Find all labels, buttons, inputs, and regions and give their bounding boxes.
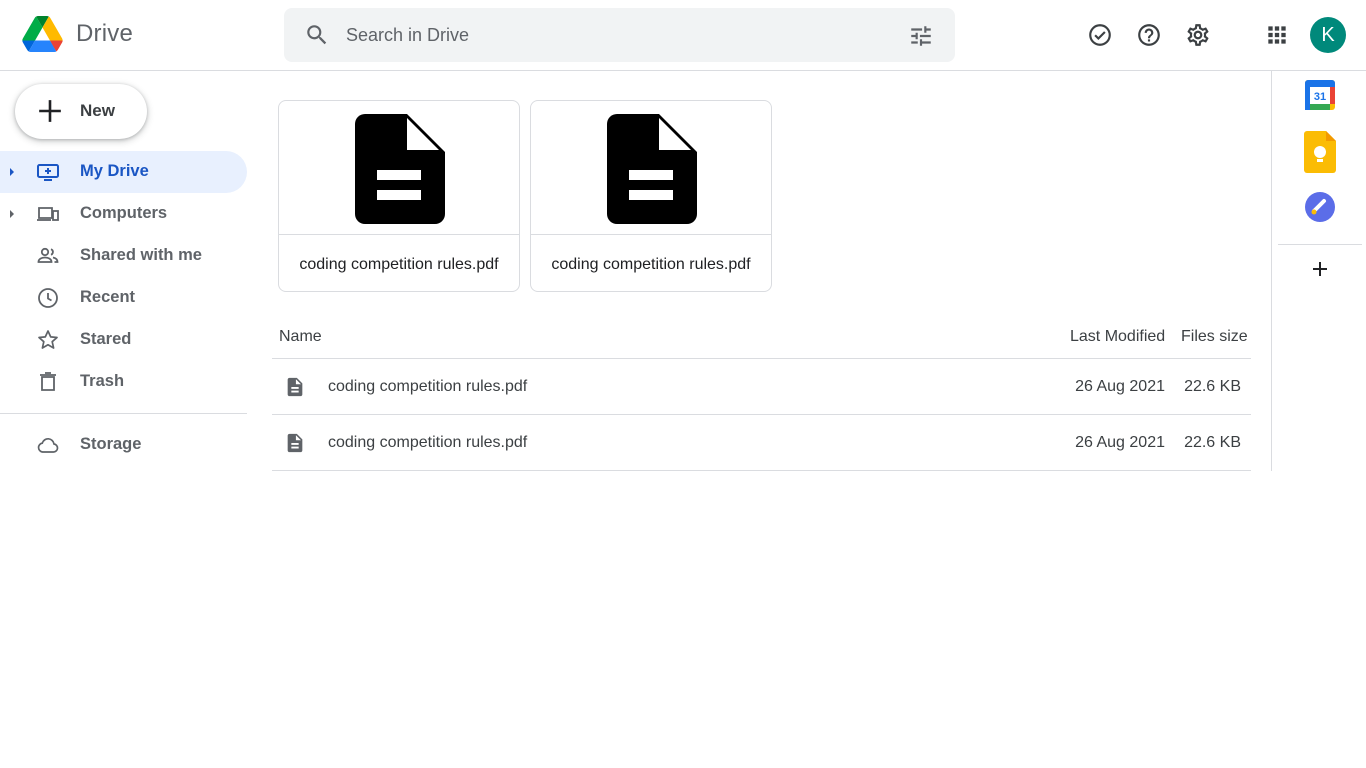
column-header-name[interactable]: Name — [279, 328, 322, 346]
sidebar-item-label: Stared — [80, 330, 132, 348]
document-icon — [607, 114, 697, 224]
expand-arrow-icon[interactable] — [8, 208, 16, 220]
calendar-app-icon[interactable]: 31 — [1304, 79, 1336, 111]
calendar-day-label: 31 — [1314, 91, 1326, 103]
computers-icon — [37, 207, 59, 221]
plus-icon — [39, 100, 61, 122]
sidebar-item-label: Computers — [80, 204, 168, 222]
sidebar-divider — [0, 413, 247, 414]
file-size: 22.6 KB — [1184, 434, 1241, 451]
sidebar-item-my-drive[interactable]: My Drive — [0, 151, 247, 193]
shared-icon — [37, 247, 59, 263]
file-card-name: coding competition rules.pdf — [299, 256, 499, 273]
search-input[interactable] — [346, 20, 886, 50]
column-header-file-size[interactable]: Files size — [1181, 328, 1248, 346]
search-icon[interactable] — [304, 22, 330, 48]
my-drive-icon — [37, 164, 59, 181]
sidebar-item-label: Recent — [80, 288, 136, 306]
column-header-last-modified[interactable]: Last Modified — [1070, 328, 1165, 346]
file-name: coding competition rules.pdf — [328, 434, 528, 451]
app-title[interactable]: Drive — [76, 20, 133, 48]
tasks-app-icon[interactable] — [1304, 191, 1336, 223]
ready-for-offline-icon[interactable] — [1087, 22, 1113, 48]
new-button[interactable]: New — [15, 84, 147, 139]
file-card[interactable]: coding competition rules.pdf — [278, 100, 520, 292]
star-icon — [38, 330, 58, 349]
file-icon — [287, 377, 303, 397]
file-name: coding competition rules.pdf — [328, 378, 528, 395]
sidebar-item-label: My Drive — [80, 162, 149, 180]
sidebar-item-shared-with-me[interactable]: Shared with me — [0, 235, 247, 277]
expand-arrow-icon[interactable] — [8, 166, 16, 178]
sidebar-item-label: Trash — [80, 372, 125, 390]
cloud-icon — [37, 437, 59, 453]
file-card-thumbnail — [531, 101, 771, 235]
sidebar-item-starred[interactable]: Stared — [0, 319, 247, 361]
add-addon-icon[interactable] — [1310, 259, 1330, 279]
file-size: 22.6 KB — [1184, 378, 1241, 395]
sidebar-item-trash[interactable]: Trash — [0, 361, 247, 403]
sidebar-item-storage[interactable]: Storage — [0, 424, 247, 466]
table-divider — [272, 470, 1251, 471]
settings-icon[interactable] — [1185, 22, 1211, 48]
document-icon — [355, 114, 445, 224]
sidebar-item-label: Storage — [80, 435, 142, 453]
sidebar-item-computers[interactable]: Computers — [0, 193, 247, 235]
file-card[interactable]: coding competition rules.pdf — [530, 100, 772, 292]
sidebar-item-recent[interactable]: Recent — [0, 277, 247, 319]
top-bar: Drive K — [0, 0, 1366, 71]
file-modified-date: 26 Aug 2021 — [1075, 434, 1165, 451]
table-row[interactable]: coding competition rules.pdf 26 Aug 2021… — [272, 359, 1251, 415]
side-panel: 31 — [1271, 71, 1366, 471]
apps-grid-icon[interactable] — [1264, 22, 1290, 48]
account-avatar[interactable]: K — [1310, 17, 1346, 53]
sidebar-item-label: Shared with me — [80, 246, 202, 264]
table-row[interactable]: coding competition rules.pdf 26 Aug 2021… — [272, 415, 1251, 471]
file-icon — [287, 433, 303, 453]
clock-icon — [38, 288, 58, 308]
drive-logo-icon[interactable] — [22, 16, 63, 52]
file-card-thumbnail — [279, 101, 519, 235]
search-options-icon[interactable] — [908, 23, 934, 49]
new-button-label: New — [80, 101, 115, 120]
search-bar[interactable] — [284, 8, 955, 62]
file-card-name: coding competition rules.pdf — [551, 256, 751, 273]
trash-icon — [40, 372, 56, 391]
keep-app-icon[interactable] — [1304, 131, 1336, 173]
file-modified-date: 26 Aug 2021 — [1075, 378, 1165, 395]
help-icon[interactable] — [1136, 22, 1162, 48]
side-panel-divider — [1278, 244, 1362, 245]
